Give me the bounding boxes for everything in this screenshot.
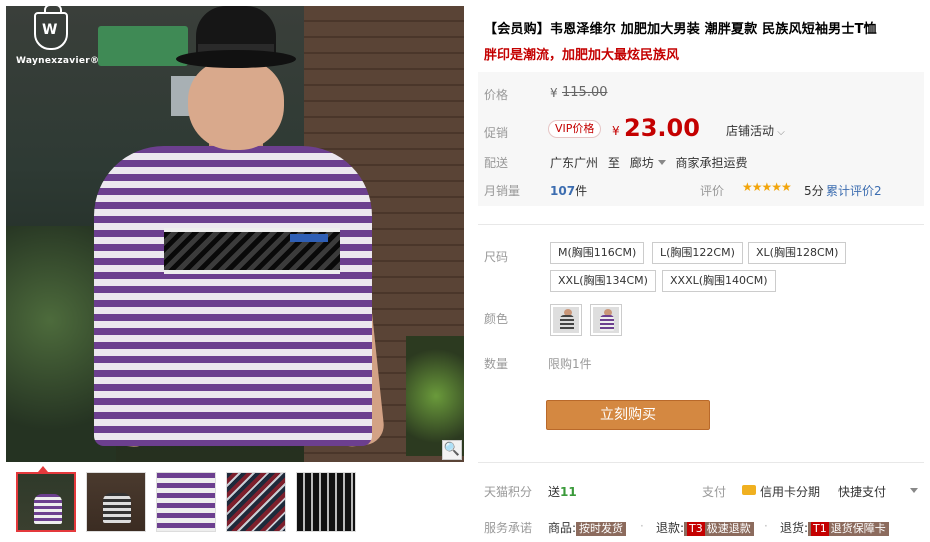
credit-installment-link[interactable]: 信用卡分期: [760, 483, 820, 500]
pocket-trim: [290, 234, 328, 242]
tmall-points: 送11: [548, 483, 577, 500]
crest-icon: W: [34, 6, 68, 50]
points-value: 11: [560, 485, 577, 499]
service-code: T1: [811, 522, 829, 536]
size-option-l[interactable]: L(胸围122CM): [652, 242, 743, 264]
product-info-panel: 【会员购】韦恩泽维尔 加肥加大男装 潮胖夏款 民族风短袖男士T恤 胖印是潮流，加…: [478, 0, 930, 542]
sales-unit: 件: [575, 184, 588, 198]
current-price: 23.00: [624, 114, 700, 142]
vip-price-badge: VIP价格: [548, 120, 602, 138]
separator-dot: ·: [764, 519, 768, 533]
store-promo-dropdown[interactable]: 店铺活动 ⌵: [726, 122, 785, 139]
product-page: W Waynexzavier® 🔍 【会员购】韦恩泽维尔 加肥加大男装 潮胖夏款…: [0, 0, 930, 542]
striped-tshirt: [94, 146, 372, 446]
service-prefix: 商品:: [548, 521, 577, 535]
purchase-limit: 限购1件: [548, 357, 592, 371]
payment-label: 支付: [702, 485, 727, 499]
star-rating-icon: ★★★★★: [742, 180, 792, 194]
promo-label: 促销: [484, 126, 509, 140]
sales-count: 107: [550, 184, 576, 198]
tmall-points-label: 天猫积分: [484, 485, 533, 499]
shipping-note: 商家承担运费: [675, 156, 748, 170]
registered-mark: ®: [90, 56, 100, 66]
service-tag: 按时发货: [576, 522, 627, 536]
shipping-info: 广东广州 至 廊坊 商家承担运费: [550, 154, 748, 171]
color-swatch-purple[interactable]: [590, 304, 622, 336]
quick-pay-link[interactable]: 快捷支付: [838, 483, 886, 500]
thumbnail-3[interactable]: [156, 472, 216, 532]
thumbnail-1[interactable]: [16, 472, 76, 532]
monthly-sales: 107件: [550, 182, 587, 199]
thumbnail-4[interactable]: [226, 472, 286, 532]
fedora-hat: [176, 6, 296, 76]
divider: [478, 224, 924, 225]
quantity-label: 数量: [484, 357, 509, 371]
background-sign: [98, 26, 188, 66]
thumbnail-5[interactable]: [296, 472, 356, 532]
service-tag: 退货保障卡: [830, 522, 886, 535]
service-fast-refund[interactable]: 退款: T3 极速退款: [656, 519, 754, 536]
main-product-image[interactable]: W Waynexzavier® 🔍: [6, 6, 464, 462]
rating-label: 评价: [700, 184, 725, 198]
size-option-m[interactable]: M(胸围116CM): [550, 242, 645, 264]
thumbnail-2[interactable]: [86, 472, 146, 532]
currency-symbol: ¥: [612, 124, 620, 138]
product-title: 【会员购】韦恩泽维尔 加肥加大男装 潮胖夏款 民族风短袖男士T恤: [484, 22, 877, 37]
ship-to: 至: [607, 156, 620, 170]
thumbnail-strip: [6, 472, 466, 534]
ship-destination-select[interactable]: 廊坊: [630, 156, 654, 170]
reviews-link[interactable]: 累计评价2: [826, 182, 882, 199]
size-option-xxl[interactable]: XXL(胸围134CM): [550, 270, 656, 292]
size-label: 尺码: [484, 250, 509, 264]
currency-symbol: ¥: [550, 86, 558, 100]
color-swatch-gray[interactable]: [550, 304, 582, 336]
service-prefix: 退款:: [656, 521, 685, 535]
service-promise-label: 服务承诺: [484, 521, 533, 535]
brand-logo: W Waynexzavier®: [16, 6, 99, 76]
chevron-down-icon: ⌵: [774, 127, 785, 138]
service-prefix: 退货:: [780, 521, 809, 535]
buy-now-button[interactable]: 立刻购买: [546, 400, 710, 430]
divider: [478, 462, 924, 463]
monthly-sales-label: 月销量: [484, 184, 521, 198]
size-option-xxxl[interactable]: XXXL(胸围140CM): [662, 270, 776, 292]
rating-score: 5分: [804, 184, 824, 198]
service-return-guarantee[interactable]: 退货: T1 退货保障卡: [780, 519, 889, 536]
brand-name: Waynexzavier: [16, 56, 90, 66]
credit-card-icon: [742, 485, 756, 495]
product-subtitle: 胖印是潮流，加肥加大最炫民族风: [484, 48, 680, 63]
zoom-icon[interactable]: 🔍: [442, 440, 462, 460]
service-tag: 极速退款: [706, 522, 751, 535]
background-plant: [406, 336, 464, 456]
caret-down-icon[interactable]: [910, 488, 918, 493]
store-promo-label: 店铺活动: [726, 124, 775, 138]
caret-down-icon[interactable]: [657, 160, 666, 165]
service-ship-on-time[interactable]: 商品: 按时发货: [548, 519, 627, 536]
separator-dot: ·: [640, 519, 644, 533]
size-option-xl[interactable]: XL(胸围128CM): [748, 242, 847, 264]
ship-origin: 广东广州: [550, 156, 599, 170]
price-box: 价格 ¥ 115.00 促销 VIP价格 ¥ 23.00 店铺活动 ⌵ 配送 广…: [478, 72, 924, 206]
color-label: 颜色: [484, 312, 509, 326]
original-price: 115.00: [562, 85, 608, 100]
original-price-label: 价格: [484, 88, 509, 102]
service-code: T3: [687, 522, 705, 536]
points-prefix: 送: [548, 485, 561, 499]
shipping-label: 配送: [484, 156, 509, 170]
